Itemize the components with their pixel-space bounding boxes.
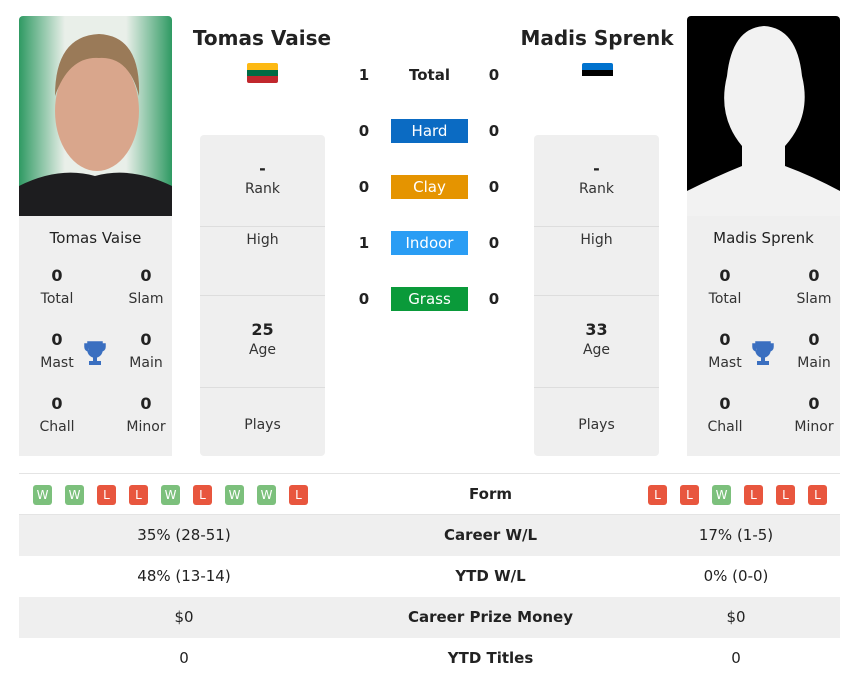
- form-badge-loss[interactable]: L: [97, 485, 116, 505]
- stat-label: YTD W/L: [455, 567, 526, 585]
- form-badge-win[interactable]: W: [65, 485, 84, 505]
- h2h-left-count: 0: [358, 122, 370, 140]
- surface-label[interactable]: Clay: [391, 175, 468, 199]
- plays-left: Plays: [244, 417, 281, 433]
- form-badge-loss[interactable]: L: [648, 485, 667, 505]
- h2h-row-clay: 0 Clay 0: [350, 175, 510, 199]
- stat-left: 0: [179, 649, 189, 667]
- player-heading-left[interactable]: Tomas Vaise: [162, 26, 362, 50]
- form-badge-win[interactable]: W: [225, 485, 244, 505]
- surface-label: Total: [409, 66, 450, 84]
- h2h-left-count: 1: [358, 234, 370, 252]
- player-card-right: Madis Sprenk 0 Total 0 Slam 0 Mast 0 Main 0C…: [687, 216, 840, 456]
- form-badge-loss[interactable]: L: [129, 485, 148, 505]
- high-left: High: [200, 227, 325, 296]
- stat-right: 17% (1-5): [698, 526, 774, 544]
- stat-label: Career W/L: [443, 526, 538, 544]
- titles-slam-left: 0 Slam: [128, 266, 164, 307]
- form-badge-loss[interactable]: L: [680, 485, 699, 505]
- stat-left: 35% (28-51): [137, 526, 231, 544]
- form-badge-loss[interactable]: L: [808, 485, 827, 505]
- plays-right: Plays: [578, 417, 615, 433]
- player-photo-left: [19, 16, 172, 216]
- player-name-right: Madis Sprenk: [713, 229, 814, 247]
- age-left: 25 Age: [200, 296, 325, 388]
- h2h-right-count: 0: [488, 290, 500, 308]
- h2h-row-total: 1 Total 0: [350, 63, 510, 87]
- stat-row: 0 YTD Titles 0: [19, 638, 840, 679]
- form-label: Form: [469, 485, 512, 503]
- h2h-left-count: 1: [358, 66, 370, 84]
- form-badge-loss[interactable]: L: [193, 485, 212, 505]
- player-heading-right[interactable]: Madis Sprenk: [497, 26, 697, 50]
- stat-label: Career Prize Money: [407, 608, 573, 626]
- h2h-row-grass: 0 Grass 0: [350, 287, 510, 311]
- h2h-left-count: 0: [358, 290, 370, 308]
- h2h-left-count: 0: [358, 178, 370, 196]
- stat-left: $0: [174, 608, 194, 626]
- flag-estonia-icon: [582, 63, 613, 83]
- form-badge-loss[interactable]: L: [289, 485, 308, 505]
- player-name-left: Tomas Vaise: [49, 229, 142, 247]
- stat-row: 35% (28-51) Career W/L 17% (1-5): [19, 515, 840, 556]
- titles-main-right: 0 Main: [797, 330, 831, 371]
- stat-label: YTD Titles: [447, 649, 534, 667]
- h2h-right-count: 0: [488, 234, 500, 252]
- titles-total-left: 0 Total: [40, 266, 74, 307]
- h2h-right-count: 0: [488, 66, 500, 84]
- titles-main-left: 0 Main: [129, 330, 163, 371]
- surface-label[interactable]: Grass: [391, 287, 468, 311]
- player-photo-right: [687, 16, 840, 216]
- titles-chall-left: 0 Chall: [39, 394, 75, 435]
- high-right: High: [534, 227, 659, 296]
- titles-chall-right: 0 Chall: [707, 394, 743, 435]
- form-badge-win[interactable]: W: [161, 485, 180, 505]
- rank-right: - Rank: [534, 135, 659, 227]
- form-badge-win[interactable]: W: [712, 485, 731, 505]
- form-badge-loss[interactable]: L: [776, 485, 795, 505]
- comparison-table: WWLLWLWWLL Form LLWLLL 35% (28-51) Caree…: [19, 473, 840, 667]
- h2h-right-count: 0: [488, 122, 500, 140]
- form-row: WWLLWLWWLL Form LLWLLL: [19, 474, 840, 546]
- stats-box-left: - Rank High 25 Age Plays: [200, 135, 325, 456]
- h2h-row-indoor: 1 Indoor 0: [350, 231, 510, 255]
- titles-slam-right: 0 Slam: [796, 266, 832, 307]
- form-badge-win[interactable]: W: [257, 485, 276, 505]
- flag-lithuania-icon: [247, 63, 278, 83]
- h2h-right-count: 0: [488, 178, 500, 196]
- titles-total-right: 0 Total: [708, 266, 742, 307]
- surface-label[interactable]: Indoor: [391, 231, 468, 255]
- form-badge-win[interactable]: W: [33, 485, 52, 505]
- trophy-icon: [84, 341, 106, 365]
- player-card-left: Tomas Vaise 0 Total 0 Slam 0 Mast 0 Main 0 Ch…: [19, 216, 172, 456]
- trophy-icon: [752, 341, 774, 365]
- surface-label[interactable]: Hard: [391, 119, 468, 143]
- stat-right: $0: [726, 608, 746, 626]
- titles-minor-left: 0 Minor: [126, 394, 166, 435]
- age-right: 33 Age: [534, 296, 659, 388]
- titles-minor-right: 0 Minor: [794, 394, 834, 435]
- stat-right: 0: [731, 649, 741, 667]
- stat-row: $0 Career Prize Money $0: [19, 597, 840, 638]
- stat-left: 48% (13-14): [137, 567, 231, 585]
- rank-left: - Rank: [200, 135, 325, 227]
- stat-right: 0% (0-0): [703, 567, 769, 585]
- stats-box-right: - Rank High 33 Age Plays: [534, 135, 659, 456]
- h2h-row-hard: 0 Hard 0: [350, 119, 510, 143]
- stat-row: 48% (13-14) YTD W/L 0% (0-0): [19, 556, 840, 597]
- form-badge-loss[interactable]: L: [744, 485, 763, 505]
